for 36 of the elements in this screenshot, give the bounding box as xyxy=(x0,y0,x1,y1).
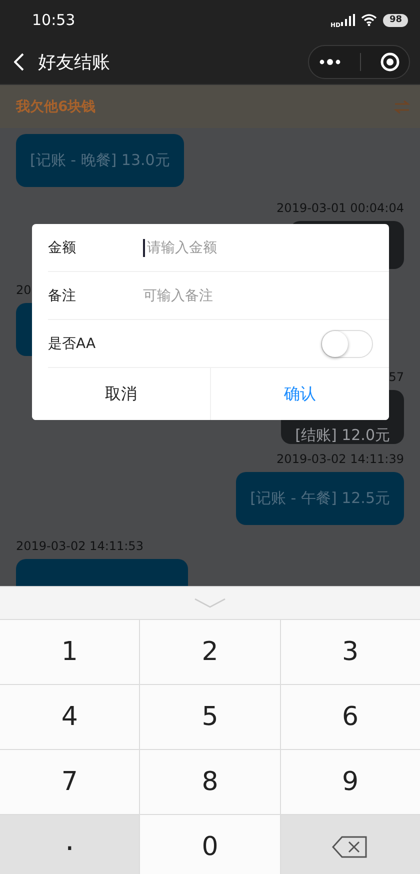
digit-key[interactable]: 0 xyxy=(140,815,280,874)
input-field[interactable]: 请输入金额 xyxy=(143,240,389,256)
digit-key[interactable]: 6 xyxy=(280,685,420,749)
signal-icon xyxy=(341,14,356,26)
timestamp: 2019-03-02 14:11:53 xyxy=(16,539,144,553)
digit-key[interactable]: 9 xyxy=(280,750,420,814)
collapse-icon[interactable] xyxy=(194,598,226,608)
timestamp: 57 xyxy=(388,370,404,384)
field-label: 金额 xyxy=(48,238,77,256)
timestamp: 2019-03-02 14:11:39 xyxy=(276,452,404,466)
wifi-icon xyxy=(361,14,378,26)
record-bubble: [记账 - 午餐] 12.5元 xyxy=(236,472,404,525)
page-title: 好友结账 xyxy=(38,51,111,74)
timestamp: 2019-03-01 00:04:04 xyxy=(276,201,404,215)
battery-icon: 98 xyxy=(383,14,408,26)
debt-summary: 我欠他6块钱 xyxy=(16,98,96,116)
back-icon[interactable] xyxy=(14,53,24,71)
delete-key[interactable] xyxy=(280,815,420,874)
digit-key[interactable]: 7 xyxy=(0,750,140,814)
digit-key[interactable]: 8 xyxy=(140,750,280,814)
digit-key[interactable]: 1 xyxy=(0,620,140,684)
toggle-switch[interactable] xyxy=(321,330,373,358)
digit-key[interactable]: 4 xyxy=(0,685,140,749)
timestamp: 20 xyxy=(16,283,32,297)
digit-key[interactable]: 2 xyxy=(140,620,280,684)
status-time: 10:53 xyxy=(32,11,76,29)
digit-key[interactable]: 3 xyxy=(280,620,420,684)
digit-key[interactable]: 5 xyxy=(140,685,280,749)
delete-icon xyxy=(332,836,368,858)
record-bubble: [记账 - 晚餐] 13.0元 xyxy=(16,134,184,187)
decimal-key[interactable]: . xyxy=(0,815,140,874)
toggle-label: 是否AA xyxy=(48,334,97,352)
close-icon[interactable] xyxy=(380,52,400,72)
more-icon[interactable] xyxy=(318,59,340,65)
field-label: 备注 xyxy=(48,286,77,304)
input-field[interactable]: 可输入备注 xyxy=(143,288,389,304)
